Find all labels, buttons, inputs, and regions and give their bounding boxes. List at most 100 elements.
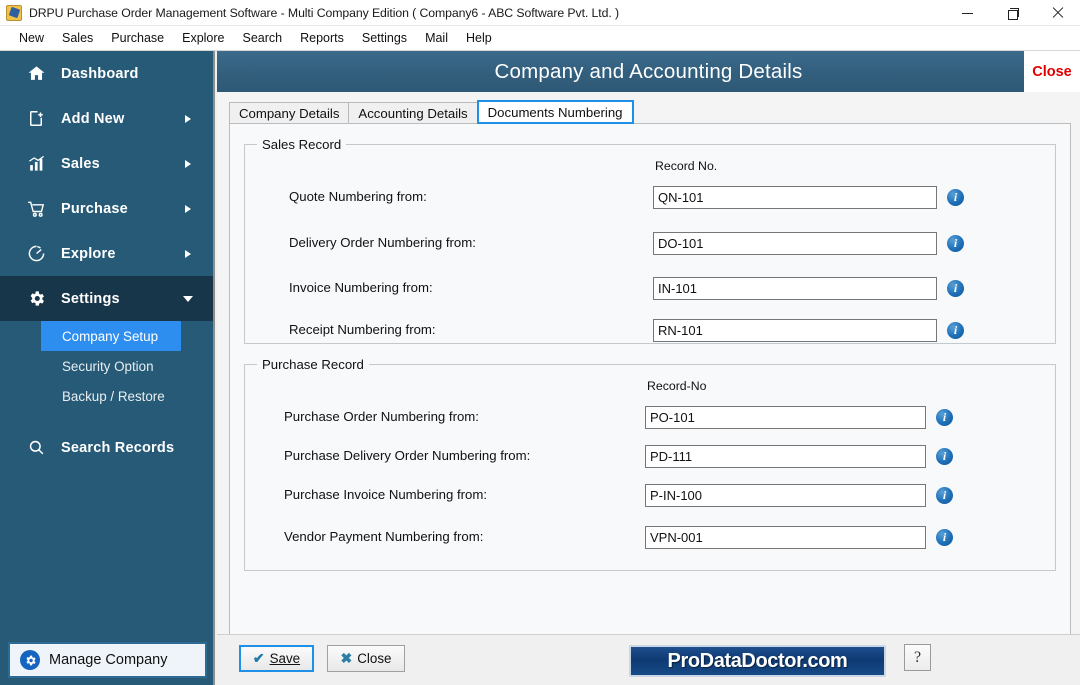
maximize-button[interactable] — [990, 0, 1035, 26]
field-row: Receipt Numbering from: i — [245, 319, 1057, 342]
purchase-order-numbering-label: Purchase Order Numbering from: — [284, 409, 479, 424]
info-icon[interactable]: i — [947, 280, 964, 297]
page-close-button[interactable]: Close — [1024, 51, 1080, 92]
window-close-button[interactable] — [1035, 0, 1080, 26]
chevron-right-icon — [185, 114, 191, 123]
chevron-down-icon — [183, 295, 193, 302]
sidebar-subitem-backup-restore[interactable]: Backup / Restore — [0, 381, 213, 411]
home-icon — [22, 64, 50, 83]
tab-accounting-details[interactable]: Accounting Details — [348, 102, 478, 124]
sidebar-item-sales[interactable]: Sales — [0, 141, 213, 186]
manage-company-button[interactable]: Manage Company — [8, 642, 207, 678]
menu-item-explore[interactable]: Explore — [173, 28, 233, 48]
maximize-icon — [1007, 8, 1019, 20]
sidebar-subitem-company-setup[interactable]: Company Setup — [41, 321, 181, 351]
menu-item-mail[interactable]: Mail — [416, 28, 457, 48]
sales-record-column-header: Record No. — [655, 159, 718, 173]
bar-chart-icon — [22, 154, 50, 173]
checkmark-icon: ✔ — [252, 650, 265, 666]
sidebar-item-label: Add New — [61, 110, 125, 127]
info-icon[interactable]: i — [936, 529, 953, 546]
field-row: Purchase Invoice Numbering from: i — [245, 484, 1057, 507]
save-button[interactable]: ✔ Save — [239, 645, 314, 672]
brand-banner: ProDataDoctor.com — [629, 645, 886, 677]
field-row: Purchase Order Numbering from: i — [245, 406, 1057, 429]
purchase-record-group: Purchase Record Record-No Purchase Order… — [244, 357, 1057, 571]
window-controls — [945, 0, 1080, 26]
info-icon[interactable]: i — [947, 235, 964, 252]
sidebar-item-label: Search Records — [61, 439, 175, 456]
sidebar-item-label: Sales — [61, 155, 100, 172]
save-button-label: Save — [269, 651, 301, 666]
sidebar-item-settings[interactable]: Settings — [0, 276, 213, 321]
application-window: DRPU Purchase Order Management Software … — [0, 0, 1080, 685]
info-icon[interactable]: i — [947, 322, 964, 339]
pie-chart-icon — [22, 244, 50, 263]
sidebar-subitem-security-option[interactable]: Security Option — [0, 351, 213, 381]
chevron-right-icon — [185, 249, 191, 258]
sidebar-subitem-label: Backup / Restore — [62, 388, 165, 404]
purchase-delivery-order-numbering-input[interactable] — [645, 445, 926, 468]
vendor-payment-numbering-input[interactable] — [645, 526, 926, 549]
sidebar-subitem-label: Company Setup — [62, 328, 159, 344]
receipt-numbering-input[interactable] — [653, 319, 937, 342]
invoice-numbering-label: Invoice Numbering from: — [289, 280, 433, 295]
add-document-icon — [22, 109, 50, 128]
info-icon[interactable]: i — [947, 189, 964, 206]
search-icon — [22, 438, 50, 457]
menu-item-search[interactable]: Search — [234, 28, 292, 48]
page-header: Company and Accounting Details Close — [217, 51, 1080, 92]
field-row: Quote Numbering from: i — [245, 186, 1057, 209]
chevron-right-icon — [185, 204, 191, 213]
menu-item-settings[interactable]: Settings — [353, 28, 416, 48]
minimize-icon — [962, 12, 973, 14]
close-icon — [1052, 7, 1064, 19]
minimize-button[interactable] — [945, 0, 990, 26]
menu-bar: New Sales Purchase Explore Search Report… — [0, 26, 1080, 51]
chevron-right-icon — [185, 159, 191, 168]
delivery-order-numbering-input[interactable] — [653, 232, 937, 255]
sales-record-group: Sales Record Record No. Quote Numbering … — [244, 137, 1057, 344]
info-icon[interactable]: i — [936, 487, 953, 504]
menu-item-help[interactable]: Help — [457, 28, 501, 48]
shopping-cart-icon — [22, 199, 50, 219]
sidebar-item-add-new[interactable]: Add New — [0, 96, 213, 141]
sidebar-item-dashboard[interactable]: Dashboard — [0, 51, 213, 96]
receipt-numbering-label: Receipt Numbering from: — [289, 322, 436, 337]
field-row: Purchase Delivery Order Numbering from: … — [245, 445, 1057, 468]
vendor-payment-numbering-label: Vendor Payment Numbering from: — [284, 529, 484, 544]
sidebar-item-label: Dashboard — [61, 65, 139, 82]
close-button[interactable]: ✖ Close — [327, 645, 405, 672]
sidebar-item-purchase[interactable]: Purchase — [0, 186, 213, 231]
field-row: Delivery Order Numbering from: i — [245, 232, 1057, 255]
help-button[interactable]: ? — [904, 644, 931, 671]
documents-numbering-panel: Sales Record Record No. Quote Numbering … — [229, 123, 1071, 674]
info-icon[interactable]: i — [936, 409, 953, 426]
gear-circle-icon — [20, 650, 40, 670]
tab-documents-numbering[interactable]: Documents Numbering — [476, 100, 634, 124]
purchase-record-title: Purchase Record — [257, 357, 369, 372]
info-icon[interactable]: i — [936, 448, 953, 465]
sidebar-item-label: Purchase — [61, 200, 128, 217]
tab-company-details[interactable]: Company Details — [229, 102, 350, 124]
purchase-order-numbering-input[interactable] — [645, 406, 926, 429]
sidebar-item-search-records[interactable]: Search Records — [0, 425, 213, 470]
menu-item-purchase[interactable]: Purchase — [102, 28, 173, 48]
purchase-record-column-header: Record-No — [647, 379, 707, 393]
quote-numbering-input[interactable] — [653, 186, 937, 209]
invoice-numbering-input[interactable] — [653, 277, 937, 300]
close-button-label: Close — [357, 651, 392, 666]
menu-item-reports[interactable]: Reports — [291, 28, 353, 48]
purchase-delivery-order-numbering-label: Purchase Delivery Order Numbering from: — [284, 448, 531, 463]
title-bar: DRPU Purchase Order Management Software … — [0, 0, 1080, 26]
tab-strip: Company Details Accounting Details Docum… — [229, 100, 1071, 124]
gear-icon — [22, 289, 50, 308]
sidebar: Dashboard Add New Sales Purchase Explore… — [0, 51, 215, 685]
menu-item-new[interactable]: New — [10, 28, 53, 48]
sidebar-item-explore[interactable]: Explore — [0, 231, 213, 276]
manage-company-label: Manage Company — [49, 652, 168, 668]
field-row: Vendor Payment Numbering from: i — [245, 526, 1057, 549]
purchase-invoice-numbering-input[interactable] — [645, 484, 926, 507]
menu-item-sales[interactable]: Sales — [53, 28, 102, 48]
